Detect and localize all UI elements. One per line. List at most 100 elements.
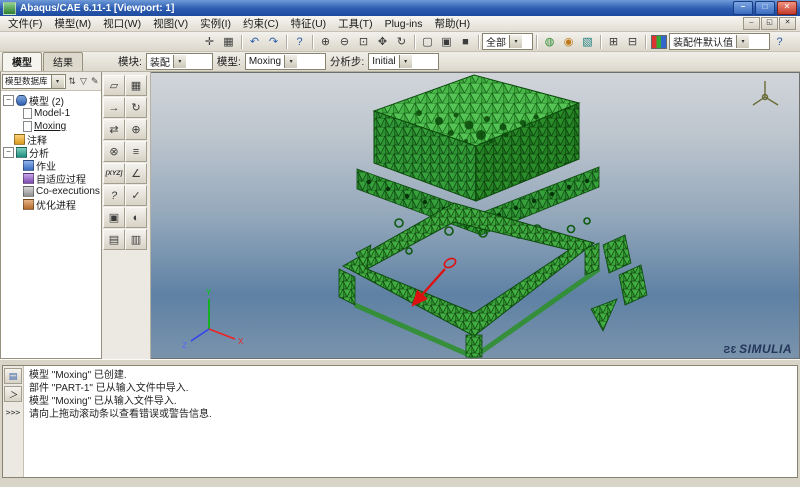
translate-instance-button[interactable]: → (103, 97, 125, 118)
visibility-option-c-button[interactable]: ▧ (578, 34, 597, 50)
tree-item-optimization[interactable]: 优化进程 (1, 198, 101, 212)
new-viewport-icon: ⊞ (608, 36, 619, 48)
measure-angle-button[interactable]: ∠ (125, 163, 147, 184)
hidden-line-render-button[interactable]: ▣ (437, 34, 456, 50)
step-label: 分析步: (329, 56, 365, 68)
cut-instances-button[interactable]: ⊗ (103, 141, 125, 162)
translate-icon: → (108, 101, 120, 114)
expander-icon[interactable]: − (3, 147, 14, 158)
menu-feature[interactable]: 特征(U) (285, 16, 333, 31)
toolbar-separator (478, 34, 479, 49)
shaded-render-button[interactable]: ■ (456, 34, 475, 50)
display-scope-combo[interactable]: 全部 ▾ (482, 33, 533, 50)
visibility-option-a-button[interactable]: ◍ (540, 34, 559, 50)
z-axis-label: Z (182, 341, 187, 350)
close-icon: ✕ (783, 2, 791, 11)
tree-item-annotations[interactable]: 注释 (1, 133, 101, 147)
model-value: Moxing (248, 56, 282, 67)
datum-button[interactable]: ▤ (103, 229, 125, 250)
create-instance-icon: ▱ (109, 80, 119, 92)
zoom-out-icon: ⊖ (339, 36, 350, 48)
kernel-prompt: >>> (5, 408, 21, 417)
query-button[interactable]: ? (290, 34, 309, 50)
merge-instances-button[interactable]: ⊕ (125, 119, 147, 140)
tree-filter-button[interactable]: ▽ (78, 75, 88, 88)
linear-pattern-button[interactable]: ▦ (125, 75, 147, 96)
module-combo[interactable]: 装配 ▾ (145, 53, 213, 70)
zoom-in-button[interactable]: ⊕ (316, 34, 335, 50)
tree-item-adaptivity[interactable]: 自适应过程 (1, 172, 101, 186)
rotate-view-button[interactable]: ↻ (392, 34, 411, 50)
zoom-fit-icon: ⊡ (358, 36, 369, 48)
model-combo[interactable]: Moxing ▾ (244, 53, 326, 70)
model-icon (23, 121, 32, 132)
redo-button[interactable]: ↷ (264, 34, 283, 50)
tile-viewport-button[interactable]: ⊟ (623, 34, 642, 50)
mdi-restore-button[interactable]: ◱ (761, 17, 778, 30)
meshed-box-part[interactable] (372, 74, 581, 202)
new-viewport-button[interactable]: ⊞ (604, 34, 623, 50)
menu-instance[interactable]: 实例(I) (194, 16, 237, 31)
menu-file[interactable]: 文件(F) (2, 16, 48, 31)
tree-item-models[interactable]: − 模型 (2) (1, 94, 101, 108)
datum-icon: ▤ (108, 234, 120, 246)
tree-edit-button[interactable]: ✎ (90, 75, 100, 88)
tree-collapse-button[interactable]: ⇅ (67, 75, 77, 88)
color-code-combo[interactable]: 装配件默认值 ▾ (669, 33, 770, 50)
zoom-fit-button[interactable]: ⊡ (354, 34, 373, 50)
translate-to-coordinates-button[interactable]: [XYZ] (103, 163, 125, 184)
undo-button[interactable]: ↶ (245, 34, 264, 50)
minimize-button[interactable]: – (733, 1, 753, 15)
cli-tab-icon: ＞ (8, 389, 18, 400)
module-toolbox: ▱ ▦ → ↻ ⇄ ⊕ ⊗ ≡ [XYZ] ∠ ? ✓ ▣ ◐ ▤ ▥ (102, 72, 151, 359)
expander-icon[interactable]: − (3, 95, 14, 106)
menu-constraint[interactable]: 约束(C) (237, 16, 285, 31)
zoom-out-button[interactable]: ⊖ (335, 34, 354, 50)
message-tab-button[interactable]: ▤ (4, 368, 22, 384)
tree-item-model-1[interactable]: Model-1 (1, 107, 101, 120)
simulia-text: SIMULIA (739, 342, 792, 356)
menu-model[interactable]: 模型(M) (48, 16, 97, 31)
meshed-frame-part[interactable] (338, 202, 648, 358)
replace-instance-button[interactable]: ⇄ (103, 119, 125, 140)
mdi-close-button[interactable]: ✕ (779, 17, 796, 30)
toolbar-separator (414, 34, 415, 49)
query-tool-button[interactable]: ? (103, 185, 125, 206)
display-group-button[interactable]: ▣ (103, 207, 125, 228)
close-button[interactable]: ✕ (777, 1, 797, 15)
instance-list-button[interactable]: ≡ (125, 141, 147, 162)
cli-tab-button[interactable]: ＞ (4, 386, 22, 402)
menu-view[interactable]: 视图(V) (147, 16, 194, 31)
menu-viewport[interactable]: 视口(W) (97, 16, 147, 31)
create-instance-button[interactable]: ▱ (103, 75, 125, 96)
model-database-combo[interactable]: 模型数据库 ▾ (2, 73, 66, 89)
tab-model[interactable]: 模型 (2, 52, 42, 71)
tree-item-moxing[interactable]: Moxing (1, 120, 101, 133)
grid-tool-button[interactable]: ▦ (219, 34, 238, 50)
pan-view-button[interactable]: ✥ (373, 34, 392, 50)
tree-collapse-icon: ⇅ (68, 75, 76, 86)
viewport-scene[interactable]: Y X Z (151, 73, 800, 359)
section-view-button[interactable]: ◐ (125, 207, 147, 228)
move-tool-button[interactable]: ✛ (200, 34, 219, 50)
menu-tools[interactable]: 工具(T) (332, 16, 378, 31)
partition-button[interactable]: ▥ (125, 229, 147, 250)
tab-results[interactable]: 结果 (43, 52, 83, 71)
wireframe-render-button[interactable]: ▢ (418, 34, 437, 50)
rotate-instance-button[interactable]: ↻ (125, 97, 147, 118)
visibility-option-b-button[interactable]: ◉ (559, 34, 578, 50)
menu-help[interactable]: 帮助(H) (429, 16, 477, 31)
message-line: 模型 "Moxing" 已创建. (29, 370, 127, 381)
chevron-down-icon: ▾ (172, 55, 186, 68)
co-execution-icon (23, 186, 34, 197)
verify-mesh-button[interactable]: ✓ (125, 185, 147, 206)
viewport-canvas[interactable]: Y X Z 3S SIMULIA (151, 72, 800, 359)
grid-icon: ▦ (223, 36, 234, 48)
maximize-button[interactable]: □ (755, 1, 775, 15)
mdi-minimize-button[interactable]: – (743, 17, 760, 30)
menu-plugins[interactable]: Plug-ins (379, 18, 429, 30)
title-bar: Abaqus/CAE 6.11-1 [Viewport: 1] – □ ✕ (0, 0, 800, 16)
step-combo[interactable]: Initial ▾ (368, 53, 440, 70)
help-button[interactable]: ? (770, 34, 789, 50)
view-compass[interactable] (752, 81, 779, 106)
